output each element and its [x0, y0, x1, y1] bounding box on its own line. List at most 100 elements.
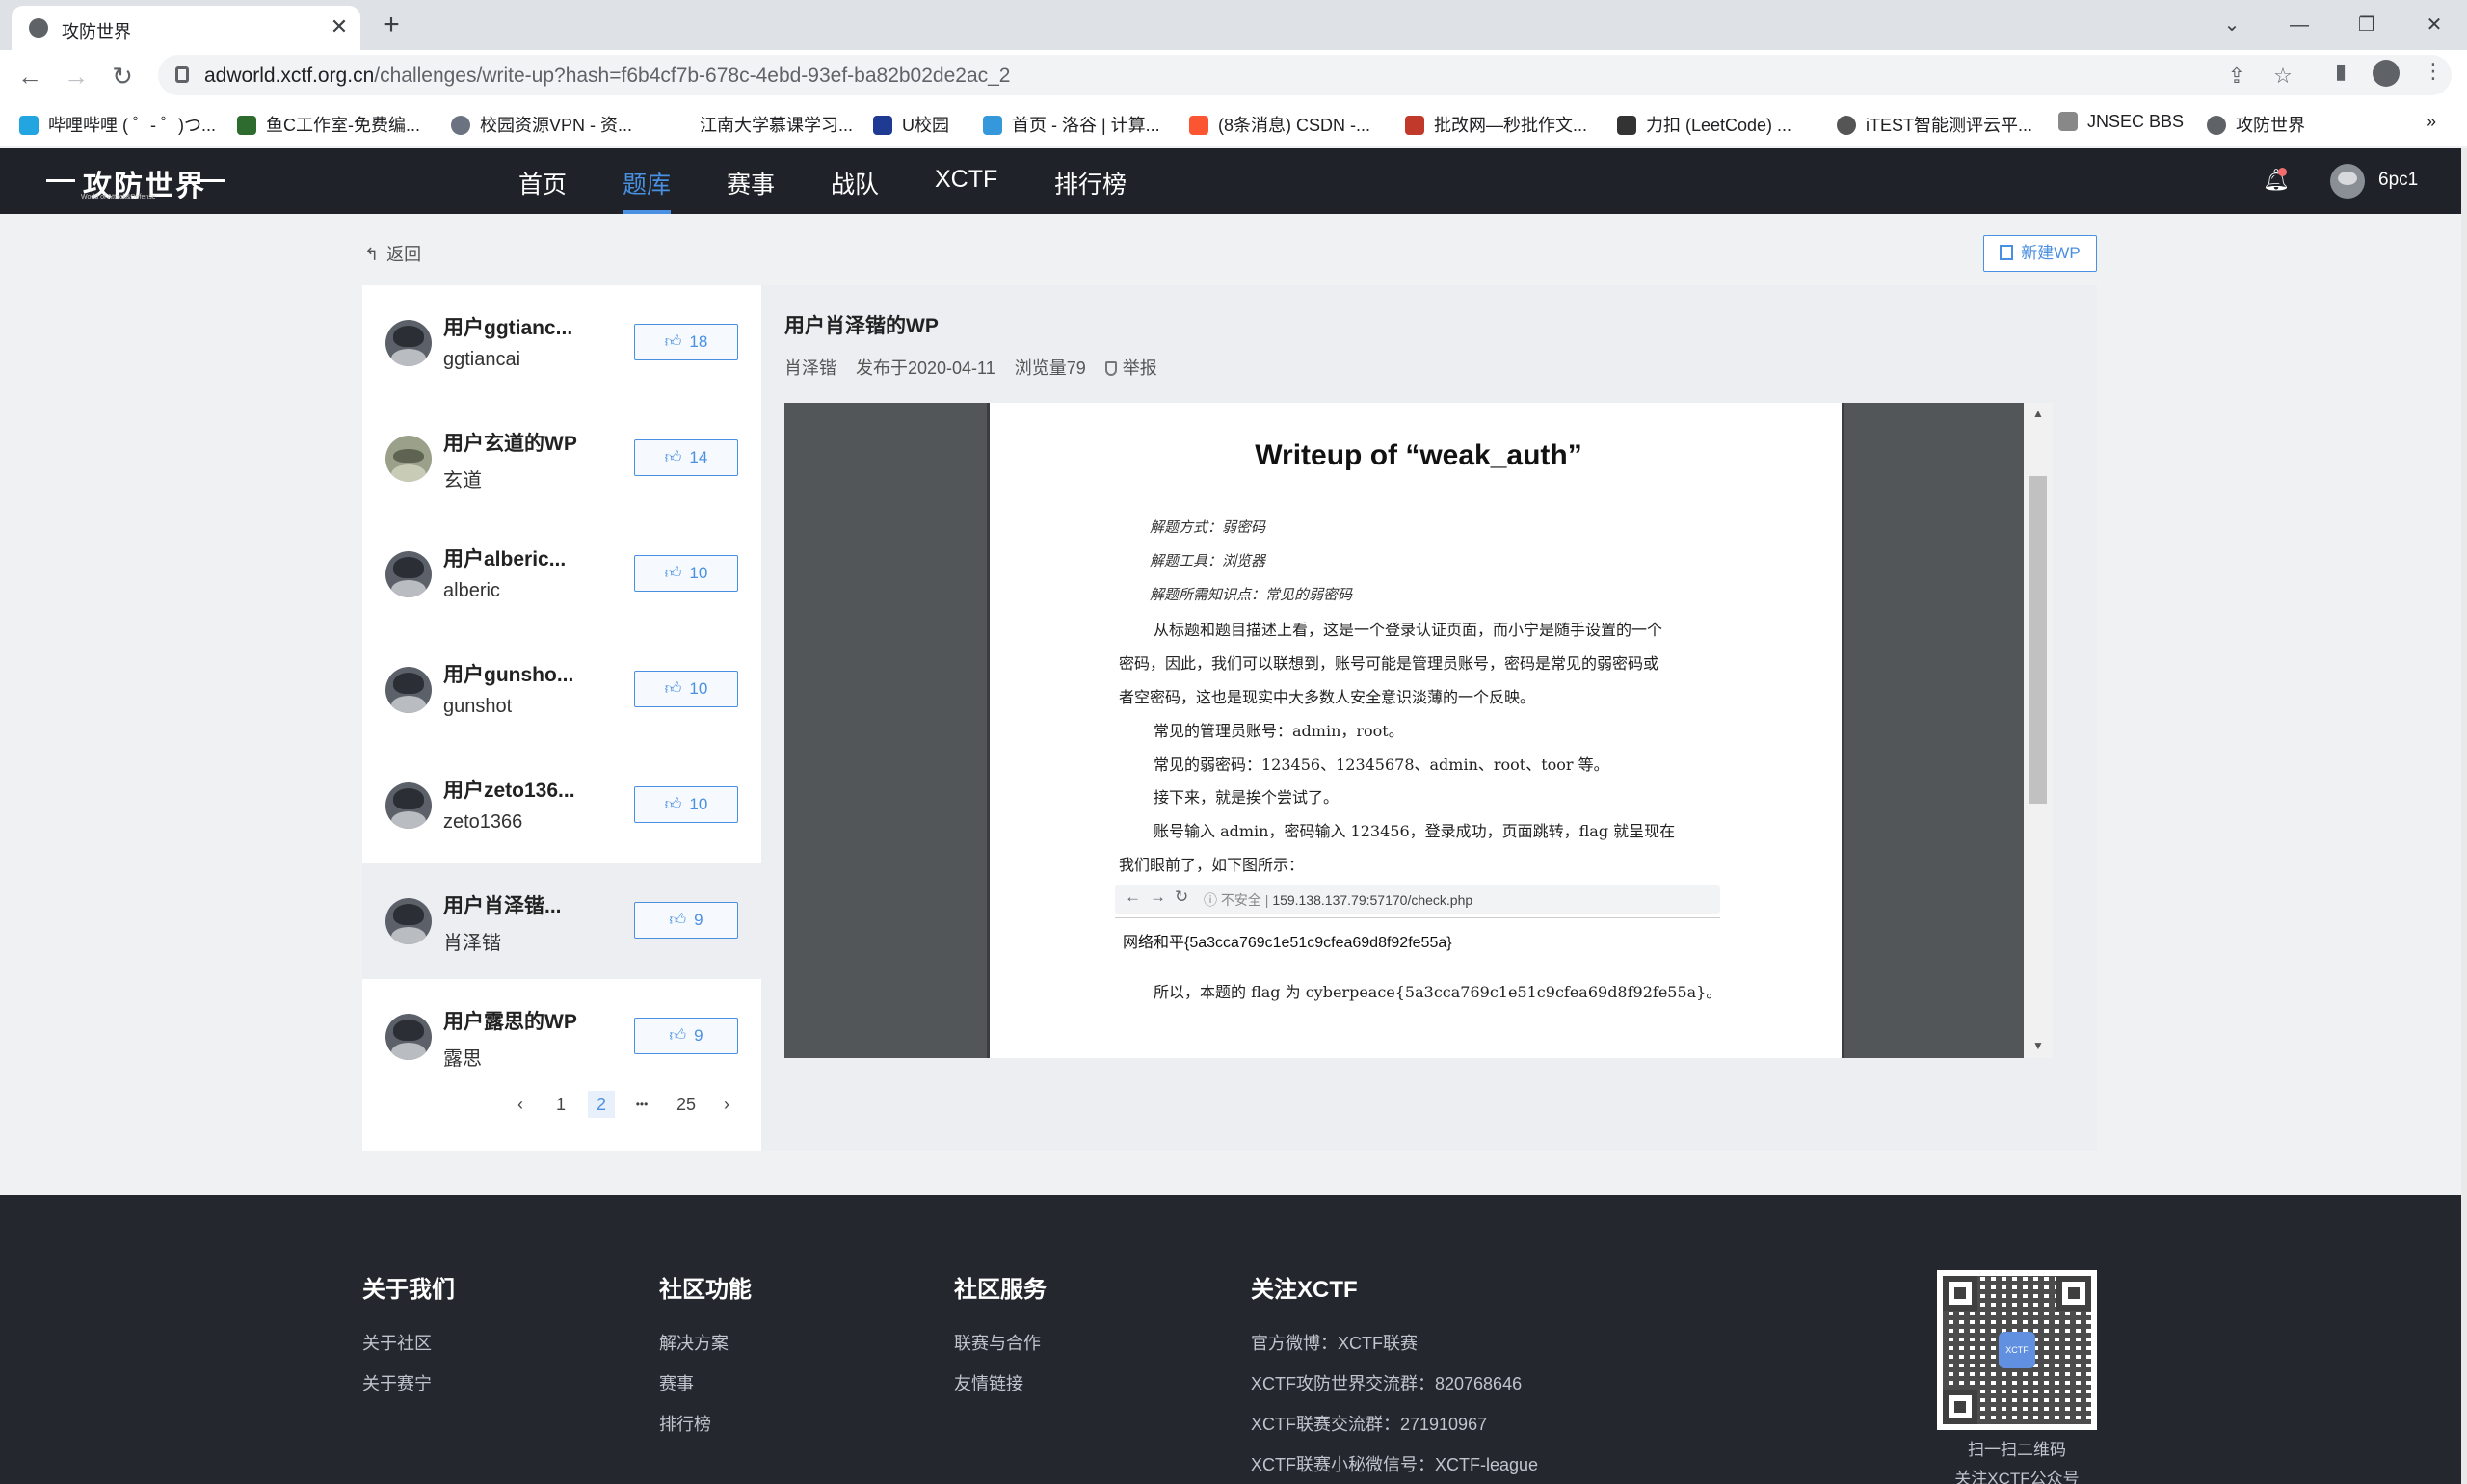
scroll-thumb[interactable]: [2029, 476, 2047, 804]
list-item[interactable]: 用户alberic... alberic 👍︎ 10: [362, 517, 761, 632]
share-icon[interactable]: ⇪: [2222, 62, 2251, 91]
close-icon[interactable]: ✕: [326, 13, 353, 40]
bookmark-item[interactable]: (8条消息) CSDN -...: [1189, 112, 1370, 137]
side-panel-icon[interactable]: ▮: [2326, 57, 2355, 86]
wp-item-author: gunshot: [443, 696, 513, 717]
like-button[interactable]: 👍︎ 9: [634, 1018, 738, 1054]
page-scrollbar[interactable]: [2461, 148, 2467, 1484]
nav-challenges[interactable]: 题库: [623, 166, 672, 214]
nav-home[interactable]: 首页: [518, 166, 567, 200]
back-link[interactable]: ↰ 返回: [364, 241, 421, 266]
document-line: 所以，本题的 flag 为 cyberpeace{5a3cca769c1e51c…: [1154, 983, 1722, 1001]
footer-link[interactable]: 排行榜: [659, 1411, 711, 1436]
like-button[interactable]: 👍︎ 18: [634, 324, 738, 360]
document-icon: [2000, 245, 2014, 260]
list-item[interactable]: 用户zeto136... zeto1366 👍︎ 10: [362, 748, 761, 863]
bookmark-item[interactable]: 哔哩哔哩 ( ゜- ゜)つ...: [19, 112, 216, 137]
page-2-current[interactable]: 2: [588, 1091, 615, 1118]
pdf-scrollbar[interactable]: ▲ ▼: [2024, 403, 2053, 1058]
avatar: [385, 667, 432, 713]
footer-link[interactable]: 友情链接: [954, 1370, 1023, 1395]
page-ellipsis[interactable]: •••: [628, 1091, 655, 1118]
wp-item-author: ggtiancai: [443, 349, 521, 370]
bookmark-item[interactable]: 攻防世界: [2207, 112, 2305, 137]
forward-arrow-icon[interactable]: →: [60, 60, 93, 93]
address-url[interactable]: adworld.xctf.org.cn/challenges/write-up?…: [204, 65, 1011, 88]
page-1[interactable]: 1: [547, 1091, 574, 1118]
footer-link[interactable]: 赛事: [659, 1370, 694, 1395]
site-footer: 关于我们 关于社区 关于赛宁 社区功能 解决方案 赛事 排行榜 社区服务 联赛与…: [0, 1195, 2467, 1484]
bookmark-item[interactable]: U校园: [873, 112, 949, 137]
pdf-viewer[interactable]: Writeup of “weak_auth” 解题方式：弱密码 解题工具：浏览器…: [784, 403, 2053, 1058]
address-bar[interactable]: adworld.xctf.org.cn/challenges/write-up?…: [158, 55, 2452, 95]
nav-xctf[interactable]: XCTF: [935, 166, 997, 194]
nav-teams[interactable]: 战队: [831, 166, 879, 200]
profile-avatar-icon[interactable]: [2373, 60, 2400, 87]
footer-link[interactable]: 联赛与合作: [954, 1330, 1041, 1355]
like-button[interactable]: 👍︎ 9: [634, 902, 738, 939]
mooc-icon: [671, 116, 690, 135]
browser-tab[interactable]: 攻防世界 ✕: [12, 6, 360, 50]
like-button[interactable]: 👍︎ 10: [634, 786, 738, 823]
list-item[interactable]: 用户ggtianc... ggtiancai 👍︎ 18: [362, 285, 761, 401]
nav-ranking[interactable]: 排行榜: [1054, 166, 1127, 200]
luogu-icon: [983, 116, 1002, 135]
username[interactable]: 6pc1: [2378, 170, 2418, 191]
bookmark-item[interactable]: 力扣 (LeetCode) ...: [1617, 112, 1791, 137]
thumbs-up-icon: 👍︎: [664, 448, 682, 466]
new-wp-button[interactable]: 新建WP: [1983, 235, 2097, 272]
avatar[interactable]: [2330, 164, 2365, 199]
bell-icon[interactable]: 🔔︎: [2263, 168, 2290, 193]
thumbs-up-icon: 👍︎: [664, 795, 682, 813]
footer-link[interactable]: 解决方案: [659, 1330, 729, 1355]
new-tab-button[interactable]: +: [374, 8, 409, 42]
document-line: 常见的管理员账号：admin，root。: [1154, 722, 1404, 740]
document-line: 者空密码，这也是现实中大多数人安全意识淡薄的一个反映。: [1119, 688, 1536, 706]
footer-heading: 社区服务: [954, 1277, 1047, 1303]
list-item-selected[interactable]: 用户肖泽锴... 肖泽锴 👍︎ 9: [362, 863, 761, 979]
bookmark-item[interactable]: iTEST智能测评云平...: [1837, 112, 2032, 137]
bookmark-item[interactable]: JNSEC BBS: [2058, 112, 2184, 132]
nav-events[interactable]: 赛事: [727, 166, 775, 200]
bookmark-item[interactable]: 校园资源VPN - 资...: [451, 112, 632, 137]
restore-icon[interactable]: ❐: [2348, 6, 2386, 44]
footer-text: XCTF联赛交流群：271910967: [1251, 1415, 1488, 1434]
next-page-icon[interactable]: ›: [713, 1091, 740, 1118]
qr-caption: 关注XCTF公众号: [1954, 1470, 2080, 1484]
tab-search-icon[interactable]: ⌄: [2213, 6, 2251, 44]
wp-author[interactable]: 肖泽锴: [784, 358, 836, 378]
avatar: [385, 436, 432, 482]
embedded-url: ⓘ 不安全 | 159.138.137.79:57170/check.php: [1204, 892, 1473, 908]
more-bookmarks-icon[interactable]: »: [2427, 112, 2436, 132]
minimize-icon[interactable]: —: [2280, 6, 2319, 44]
notification-dot: [2278, 168, 2287, 176]
window-close-icon[interactable]: ✕: [2415, 6, 2454, 44]
back-arrow-icon: ←: [1125, 888, 1141, 906]
site-logo[interactable]: 攻防世界 World of Attack&Defense: [46, 162, 225, 203]
browser-menu-icon[interactable]: ⋮: [2419, 57, 2448, 86]
footer-link[interactable]: 关于赛宁: [362, 1370, 432, 1395]
bookmark-item[interactable]: 鱼C工作室-免费编...: [237, 112, 420, 137]
scroll-up-icon[interactable]: ▲: [2024, 407, 2053, 420]
globe-icon: [29, 18, 48, 38]
globe-icon: [2207, 116, 2226, 135]
like-button[interactable]: 👍︎ 14: [634, 439, 738, 476]
bookmark-star-icon[interactable]: ☆: [2268, 62, 2297, 91]
bookmark-item[interactable]: 批改网—秒批作文...: [1405, 112, 1587, 137]
reload-icon[interactable]: ↻: [106, 60, 139, 93]
list-item[interactable]: 用户gunsho... gunshot 👍︎ 10: [362, 632, 761, 748]
avatar: [385, 320, 432, 366]
list-item[interactable]: 用户露思的WP 露思 👍︎ 9: [362, 979, 761, 1095]
like-button[interactable]: 👍︎ 10: [634, 671, 738, 707]
list-item[interactable]: 用户玄道的WP 玄道 👍︎ 14: [362, 401, 761, 517]
bookmark-item[interactable]: 首页 - 洛谷 | 计算...: [983, 112, 1160, 137]
scroll-down-icon[interactable]: ▼: [2024, 1039, 2053, 1052]
footer-link[interactable]: 关于社区: [362, 1330, 432, 1355]
bookmark-item[interactable]: 江南大学慕课学习...: [671, 112, 853, 137]
back-arrow-icon[interactable]: ←: [13, 60, 46, 93]
report-link[interactable]: 举报: [1104, 358, 1177, 378]
prev-page-icon[interactable]: ‹: [507, 1091, 534, 1118]
like-button[interactable]: 👍︎ 10: [634, 555, 738, 592]
pdf-page: Writeup of “weak_auth” 解题方式：弱密码 解题工具：浏览器…: [987, 403, 1844, 1058]
page-25[interactable]: 25: [669, 1091, 703, 1118]
